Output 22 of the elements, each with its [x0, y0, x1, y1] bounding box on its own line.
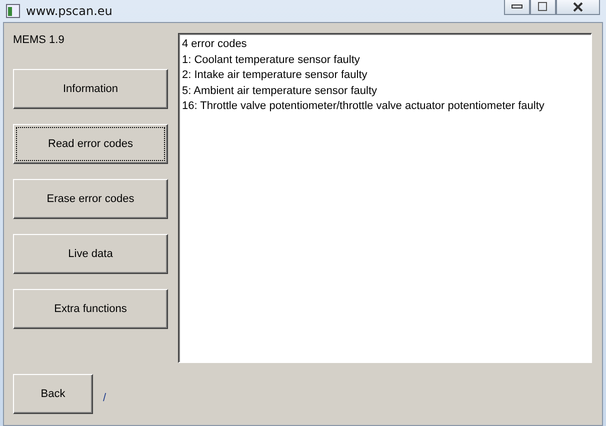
- maximize-icon: [537, 2, 549, 12]
- output-line: 5: Ambient air temperature sensor faulty: [182, 84, 378, 98]
- output-line: 2: Intake air temperature sensor faulty: [182, 68, 368, 83]
- window-title: www.pscan.eu: [26, 4, 112, 18]
- ecu-label: MEMS 1.9: [13, 34, 66, 48]
- app-icon: [6, 4, 20, 18]
- output-line: 4 error codes: [182, 37, 248, 52]
- back-button[interactable]: Back: [13, 374, 93, 414]
- menu-button[interactable]: Read error codes: [13, 124, 168, 164]
- menu-button[interactable]: Live data: [13, 234, 168, 274]
- output-box[interactable]: [178, 33, 592, 363]
- close-icon: [571, 2, 585, 12]
- minimize-icon: [511, 4, 523, 10]
- menu-button[interactable]: Erase error codes: [13, 179, 168, 219]
- maximize-button[interactable]: [530, 0, 556, 15]
- output-line: 1: Coolant temperature sensor faulty: [182, 52, 361, 68]
- output-line: 16: Throttle valve potentiometer/throttle valve actuator potentiometer faulty: [182, 99, 546, 114]
- minimize-button[interactable]: [504, 0, 530, 15]
- menu-button[interactable]: Extra functions: [13, 289, 168, 329]
- status-text: /: [103, 392, 106, 404]
- close-button[interactable]: [556, 0, 600, 15]
- menu-button[interactable]: Information: [13, 69, 168, 109]
